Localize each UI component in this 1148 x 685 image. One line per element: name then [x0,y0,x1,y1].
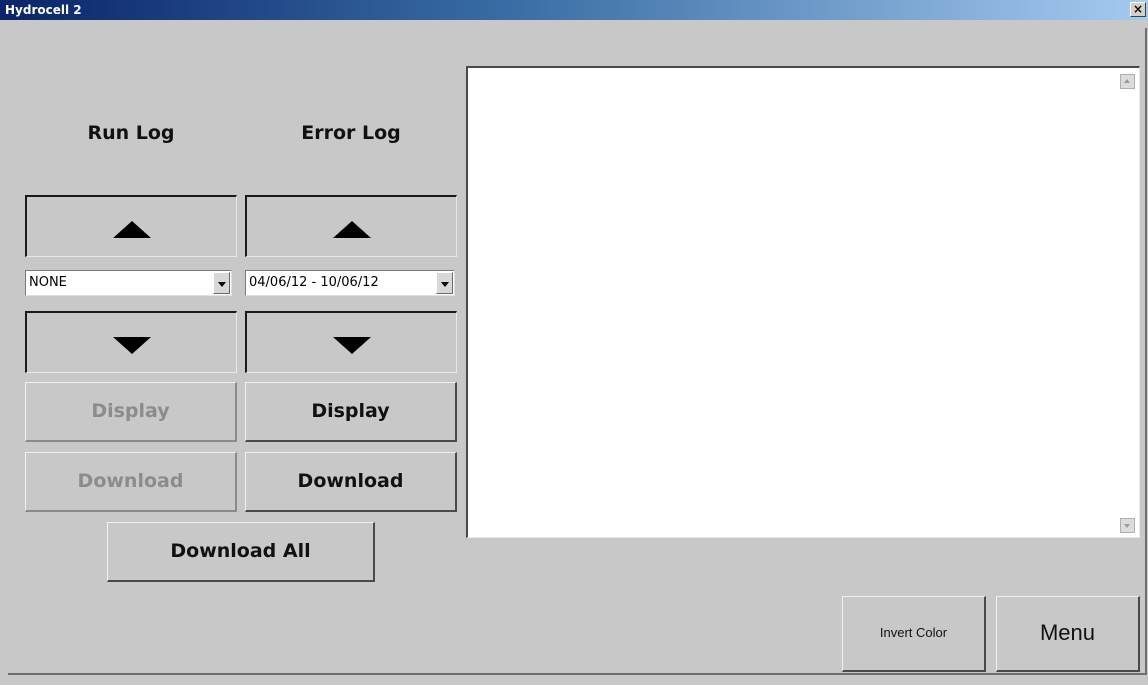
scroll-down-button[interactable] [1120,518,1135,533]
scroll-down-icon [1124,524,1130,528]
triangle-down-icon [332,337,371,354]
run-log-next-button[interactable] [25,311,237,373]
scroll-up-icon [1124,79,1130,83]
run-log-display-button[interactable]: Display [25,382,237,442]
error-log-download-button[interactable]: Download [245,452,457,512]
error-log-heading: Error Log [301,122,401,144]
menu-button[interactable]: Menu [996,596,1140,672]
close-button[interactable]: × [1130,2,1146,17]
title-bar[interactable]: Hydrocell 2 × [0,0,1148,20]
run-log-select[interactable]: NONE [25,270,232,296]
run-log-prev-button[interactable] [25,195,237,257]
hydrocell-window: Hydrocell 2 × Run Log NONE Display Downl… [0,0,1148,685]
window-title: Hydrocell 2 [5,3,82,17]
run-log-selected-value: NONE [29,275,67,290]
error-log-selected-value: 04/06/12 - 10/06/12 [249,275,379,290]
chevron-down-icon [441,282,449,287]
scroll-up-button[interactable] [1120,74,1135,89]
triangle-down-icon [112,337,151,354]
chevron-down-icon [218,282,226,287]
close-icon: × [1132,2,1144,16]
download-all-button[interactable]: Download All [107,522,375,582]
client-area: Run Log NONE Display Download Error Log … [8,28,1147,675]
error-log-prev-button[interactable] [245,195,457,257]
error-log-display-button[interactable]: Display [245,382,457,442]
error-log-dropdown-button[interactable] [436,272,453,294]
run-log-heading: Run Log [87,122,175,144]
triangle-up-icon [112,221,151,238]
run-log-dropdown-button[interactable] [213,272,230,294]
error-log-next-button[interactable] [245,311,457,373]
log-text-area[interactable] [466,66,1140,538]
triangle-up-icon [332,221,371,238]
invert-color-button[interactable]: Invert Color [842,596,986,672]
error-log-select[interactable]: 04/06/12 - 10/06/12 [245,270,455,296]
run-log-download-button[interactable]: Download [25,452,237,512]
